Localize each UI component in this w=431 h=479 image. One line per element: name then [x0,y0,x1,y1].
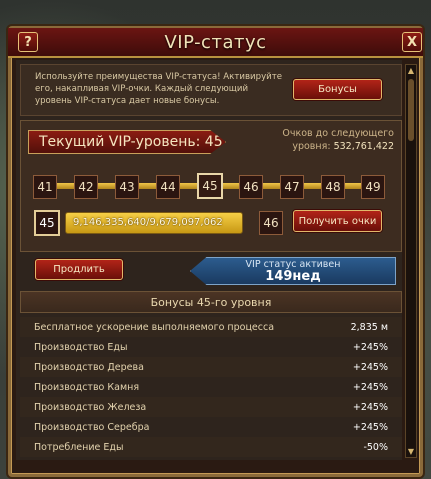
scroll-down-icon[interactable]: ▼ [407,447,415,456]
next-level-label: Очков до следующего [282,128,394,139]
level-badge: 43 [115,175,139,199]
level-badge: 41 [33,175,57,199]
bonus-label: Бесплатное ускорение выполняемого процес… [34,322,275,333]
level-badge: 47 [280,175,304,199]
bonus-value: +245% [352,422,388,433]
vip-active-label: VIP статус активен [245,258,341,270]
bonus-value: +245% [352,362,388,373]
next-level-value-label: уровня: [292,141,331,152]
next-level-points: 532,761,422 [333,141,394,152]
level-badge: 48 [321,175,345,199]
bonus-label: Производство Еды [34,342,128,353]
level-badge: 46 [239,175,263,199]
bonus-value: -50% [363,442,388,453]
list-item: Производство Камня +245% [20,377,402,397]
scroll-thumb[interactable] [408,79,414,141]
bonus-value: 2,835 м [350,322,388,333]
vip-active-time: 149нед [265,268,321,284]
bonus-value: +245% [352,382,388,393]
vip-progress-text: 9,146,335,640/9,679,097,062 [73,217,223,228]
get-points-button[interactable]: Получить очки [293,210,382,232]
level-badge: 44 [156,175,180,199]
intro-text: Используйте преимущества VIP-статуса! Ак… [35,72,283,106]
extend-button[interactable]: Продлить [35,259,123,280]
close-button[interactable]: X [402,32,422,52]
list-item: Производство Серебра +245% [20,417,402,437]
list-item: Производство Еды +245% [20,337,402,357]
bonus-label: Производство Серебра [34,422,150,433]
bonus-label: Производство Дерева [34,362,144,373]
list-item: Производство Дерева +245% [20,357,402,377]
bonuses-list: Бесплатное ускорение выполняемого процес… [20,314,402,458]
list-item: Производство Железа +245% [20,397,402,417]
scrollbar[interactable]: ▲ ▼ [405,64,417,458]
bonus-value: +245% [352,342,388,353]
level-badge: 49 [361,175,385,199]
bonus-label: Производство Железа [34,402,147,413]
current-level-label: Текущий VIP-уровень: 45 [39,134,223,150]
bonus-label: Производство Камня [34,382,140,393]
bonuses-button[interactable]: Бонусы [293,79,382,100]
level-badge-current: 45 [197,173,223,199]
next-level-box: 46 [259,211,283,235]
current-level-plate: Текущий VIP-уровень: 45 [28,130,226,154]
bonus-value: +245% [352,402,388,413]
scroll-up-icon[interactable]: ▲ [407,66,415,75]
level-badge: 42 [74,175,98,199]
vip-active-banner: VIP статус активен 149нед [190,257,396,285]
window-title: VIP-статус [164,31,267,53]
bonuses-header: Бонусы 45-го уровня [20,291,402,313]
title-bar: VIP-статус [8,28,423,58]
bonus-label: Потребление Еды [34,442,124,453]
list-item: Потребление Еды -50% [20,437,402,457]
next-level-info: Очков до следующего уровня: 532,761,422 [262,127,394,153]
bonuses-header-label: Бонусы 45-го уровня [150,295,272,309]
help-button[interactable]: ? [18,32,38,52]
list-item: Бесплатное ускорение выполняемого процес… [20,317,402,337]
current-level-box: 45 [34,210,60,236]
